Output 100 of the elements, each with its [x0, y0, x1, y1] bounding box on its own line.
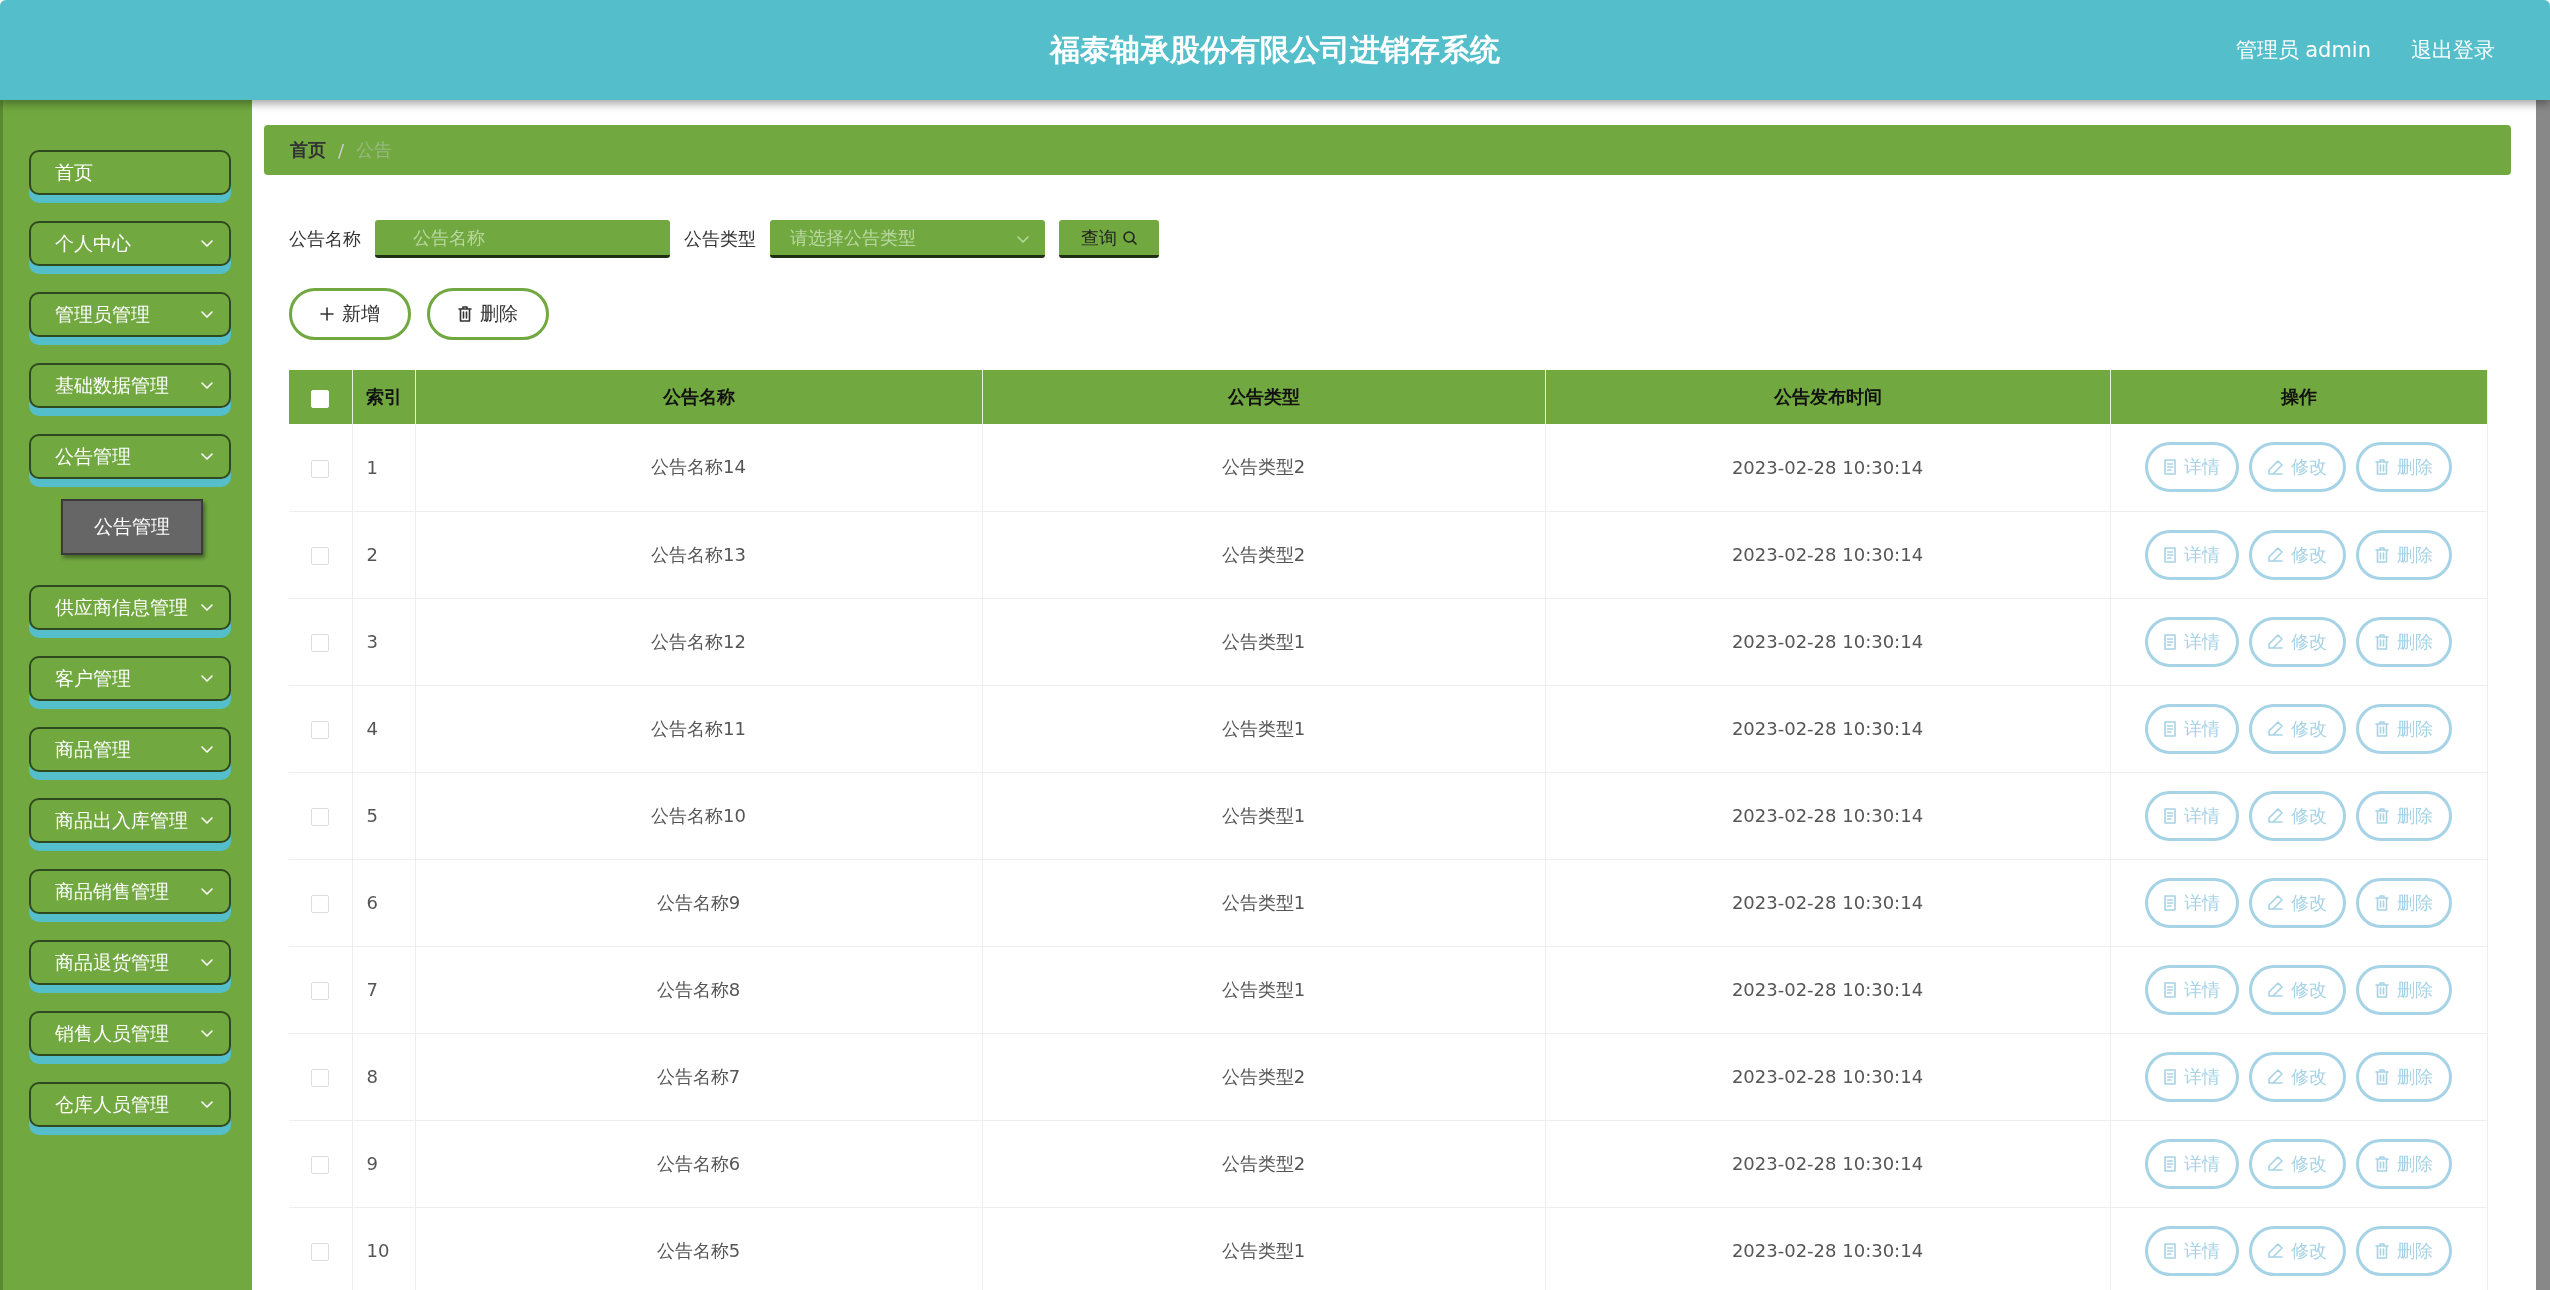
- pen-icon: [2268, 982, 2283, 997]
- table-cell: 2023-02-28 10:30:14: [1545, 859, 2110, 946]
- table-cell: 2023-02-28 10:30:14: [1545, 1207, 2110, 1290]
- type-select[interactable]: 请选择公告类型: [770, 220, 1045, 258]
- field-label: 公告类型: [684, 227, 756, 251]
- table-cell: 4: [352, 685, 415, 772]
- table-cell: 2023-02-28 10:30:14: [1545, 598, 2110, 685]
- row-checkbox[interactable]: [311, 634, 330, 652]
- row-checkbox[interactable]: [311, 1156, 330, 1174]
- row-action-button[interactable]: 修改: [2249, 877, 2346, 928]
- name-search-field[interactable]: 公告名称: [375, 220, 670, 258]
- document-icon: [2164, 1155, 2176, 1172]
- row-action-button[interactable]: 修改: [2249, 703, 2346, 754]
- row-action-button[interactable]: 详情: [2145, 877, 2239, 928]
- table-cell: 公告类型1: [982, 772, 1545, 859]
- row-checkbox[interactable]: [311, 895, 330, 913]
- delete-button[interactable]: 删除: [427, 288, 549, 340]
- row-action-button[interactable]: 删除: [2356, 442, 2452, 493]
- pen-icon: [2268, 808, 2283, 823]
- user-label: 管理员 admin: [2235, 37, 2371, 64]
- row-checkbox[interactable]: [311, 721, 330, 739]
- row-checkbox[interactable]: [311, 459, 330, 478]
- row-action-button[interactable]: 删除: [2356, 1225, 2452, 1276]
- row-action-button[interactable]: 删除: [2356, 964, 2452, 1015]
- row-action-button[interactable]: 删除: [2356, 790, 2452, 841]
- chevron-icon: [201, 1101, 213, 1108]
- table-cell: 公告类型1: [982, 946, 1545, 1033]
- select-all-checkbox[interactable]: [311, 389, 330, 408]
- row-action-button[interactable]: 详情: [2145, 529, 2239, 580]
- row-action-button[interactable]: 修改: [2249, 1225, 2346, 1276]
- row-action-button[interactable]: 删除: [2356, 529, 2452, 580]
- row-action-button[interactable]: 详情: [2145, 703, 2239, 754]
- query-button[interactable]: 查询: [1059, 220, 1159, 258]
- chevron-icon: [201, 604, 213, 611]
- row-action-button[interactable]: 详情: [2145, 1225, 2239, 1276]
- row-action-button[interactable]: 修改: [2249, 790, 2346, 841]
- table-cell: 公告类型2: [982, 1120, 1545, 1207]
- table-cell: 1: [352, 424, 415, 511]
- row-action-button[interactable]: 详情: [2145, 964, 2239, 1015]
- chevron-icon: [201, 240, 213, 247]
- document-icon: [2164, 633, 2176, 650]
- column-header: 操作: [2110, 370, 2487, 424]
- trash-icon: [2375, 1068, 2389, 1085]
- row-action-button[interactable]: 修改: [2249, 442, 2346, 493]
- pen-icon: [2268, 459, 2283, 475]
- row-action-button[interactable]: 详情: [2145, 790, 2239, 841]
- chevron-icon: [201, 817, 213, 824]
- trash-icon: [2375, 894, 2389, 911]
- table-cell: 公告名称9: [415, 859, 982, 946]
- chevron-icon: [201, 453, 213, 460]
- pen-icon: [2268, 1069, 2283, 1084]
- row-action-button[interactable]: 删除: [2356, 703, 2452, 754]
- row-checkbox[interactable]: [311, 547, 330, 565]
- document-icon: [2164, 1242, 2176, 1259]
- row-action-button[interactable]: 详情: [2145, 1138, 2239, 1189]
- trash-icon: [2375, 720, 2389, 737]
- row-action-button[interactable]: 删除: [2356, 1138, 2452, 1189]
- row-checkbox[interactable]: [311, 982, 330, 1000]
- trash-icon: [458, 306, 472, 322]
- add-button[interactable]: 新增: [289, 288, 411, 340]
- field-label: 公告名称: [289, 227, 361, 251]
- column-header: 索引: [352, 370, 415, 424]
- row-action-button[interactable]: 删除: [2356, 616, 2452, 667]
- chevron-icon: [201, 959, 213, 966]
- row-action-button[interactable]: 删除: [2356, 877, 2452, 928]
- logout-link[interactable]: 退出登录: [2411, 36, 2495, 64]
- sidebar-subitem[interactable]: 公告管理: [61, 499, 203, 555]
- table-cell: 公告类型1: [982, 685, 1545, 772]
- row-action-button[interactable]: 详情: [2145, 442, 2239, 493]
- row-action-button[interactable]: 删除: [2356, 1051, 2452, 1102]
- table-cell: 公告类型2: [982, 1033, 1545, 1120]
- table-cell: 公告类型2: [982, 424, 1545, 511]
- row-action-button[interactable]: 修改: [2249, 964, 2346, 1015]
- row-checkbox[interactable]: [311, 808, 330, 826]
- breadcrumb-home[interactable]: 首页: [290, 138, 326, 162]
- chevron-icon: [201, 382, 213, 389]
- document-icon: [2164, 1068, 2176, 1085]
- row-action-button[interactable]: 详情: [2145, 616, 2239, 667]
- row-action-button[interactable]: 修改: [2249, 1138, 2346, 1189]
- row-action-button[interactable]: 详情: [2145, 1051, 2239, 1102]
- table-cell: 2023-02-28 10:30:14: [1545, 946, 2110, 1033]
- search-icon: [1123, 230, 1137, 245]
- table-cell: 2023-02-28 10:30:14: [1545, 511, 2110, 598]
- pen-icon: [2268, 721, 2283, 736]
- row-action-button[interactable]: 修改: [2249, 529, 2346, 580]
- row-checkbox[interactable]: [311, 1243, 330, 1261]
- trash-icon: [2375, 1242, 2389, 1259]
- pen-icon: [2268, 1243, 2283, 1258]
- row-checkbox[interactable]: [311, 1069, 330, 1087]
- row-action-button[interactable]: 修改: [2249, 1051, 2346, 1102]
- column-header: 公告发布时间: [1545, 370, 2110, 424]
- trash-icon: [2375, 459, 2389, 476]
- breadcrumb-separator: /: [338, 139, 345, 161]
- trash-icon: [2375, 1155, 2389, 1172]
- table-cell: 公告名称6: [415, 1120, 982, 1207]
- column-header: 公告名称: [415, 370, 982, 424]
- table-cell: 公告名称14: [415, 424, 982, 511]
- table-cell: 公告名称7: [415, 1033, 982, 1120]
- chevron-icon: [1017, 236, 1029, 243]
- row-action-button[interactable]: 修改: [2249, 616, 2346, 667]
